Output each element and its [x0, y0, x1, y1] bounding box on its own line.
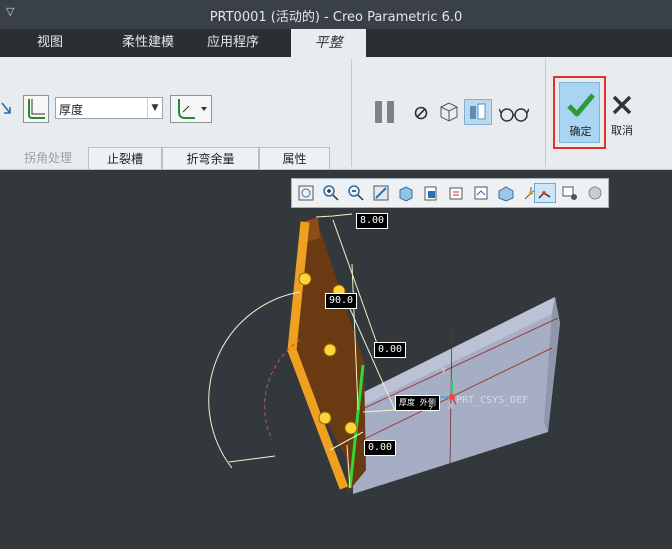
- close-icon: [612, 95, 632, 115]
- datum-display-icon[interactable]: [496, 183, 516, 203]
- thickness-side-icon[interactable]: [23, 95, 49, 123]
- tab-applications[interactable]: 应用程序: [198, 29, 268, 57]
- axis-label-x: X: [448, 402, 454, 412]
- menu-bar: 视图 柔性建模 应用程序 平整: [0, 29, 672, 57]
- repaint-icon[interactable]: [371, 183, 391, 203]
- subtab-relief[interactable]: 止裂槽: [88, 147, 162, 169]
- cancel-button[interactable]: [610, 93, 634, 117]
- dimension-offset-bottom[interactable]: 0.00: [364, 440, 397, 456]
- subtab-bend-allowance[interactable]: 折弯余量: [162, 147, 259, 169]
- ok-button[interactable]: 确定: [559, 82, 600, 143]
- dimension-angle[interactable]: 90.0: [325, 293, 358, 309]
- ribbon-separator: [545, 59, 546, 167]
- tab-flatten[interactable]: 平整: [291, 29, 366, 57]
- chevron-down-icon[interactable]: ▼: [147, 98, 162, 118]
- geometry-preview-icon[interactable]: [437, 101, 461, 123]
- window-title: PRT0001 (活动的) - Creo Parametric 6.0: [209, 10, 463, 25]
- tab-view[interactable]: 视图: [28, 29, 72, 57]
- dimension-offset-top[interactable]: 0.00: [374, 342, 407, 358]
- model-view: [208, 213, 560, 494]
- glasses-preview-icon[interactable]: [498, 103, 530, 123]
- snapshot-icon[interactable]: [471, 183, 491, 203]
- dimension-length[interactable]: 8.00: [356, 213, 389, 229]
- bend-direction-icon[interactable]: [0, 97, 14, 121]
- axis-label-y: Y: [441, 367, 447, 377]
- zoom-fit-icon[interactable]: [296, 183, 316, 203]
- subtab-corner-treatment[interactable]: 拐角处理: [8, 147, 88, 169]
- dimension-thickness-side[interactable]: 厚度 外侧: [395, 395, 440, 411]
- ribbon-separator: [351, 59, 352, 167]
- no-preview-icon[interactable]: [412, 104, 430, 122]
- thickness-dropdown-value: 厚度: [59, 103, 84, 117]
- csys-label: PRT_CSYS_DEF: [456, 395, 529, 406]
- checkmark-icon: [567, 93, 595, 117]
- display-style-icon[interactable]: [396, 183, 416, 203]
- annotation-display-icon[interactable]: [534, 183, 556, 203]
- ok-label: 确定: [569, 125, 592, 138]
- view-manager-icon[interactable]: [421, 183, 441, 203]
- thickness-dropdown[interactable]: 厚度 ▼: [55, 97, 163, 119]
- axis-label-z: Z: [428, 405, 433, 414]
- view-toolbar: [291, 178, 609, 208]
- saved-orientations-icon[interactable]: [446, 183, 466, 203]
- title-bar: ▽ PRT0001 (活动的) - Creo Parametric 6.0: [0, 0, 672, 29]
- verify-icon[interactable]: [464, 99, 492, 125]
- ribbon: 厚度 ▼ 拐角处理 止裂槽 折弯余量 属性 确定 取消: [0, 57, 672, 170]
- render-options-icon[interactable]: [585, 183, 605, 203]
- pause-icon[interactable]: [372, 99, 398, 125]
- cancel-label[interactable]: 取消: [606, 122, 638, 138]
- bend-type-dropdown[interactable]: [170, 95, 212, 123]
- appearance-icon[interactable]: [560, 183, 580, 203]
- zoom-out-icon[interactable]: [346, 183, 366, 203]
- graphics-window[interactable]: 8.00 90.0 0.00 0.00 厚度 外侧 PRT_CSYS_DEF Y…: [0, 169, 672, 549]
- tab-flexible-modeling[interactable]: 柔性建模: [100, 29, 196, 57]
- subtab-properties[interactable]: 属性: [259, 147, 330, 169]
- zoom-in-icon[interactable]: [321, 183, 341, 203]
